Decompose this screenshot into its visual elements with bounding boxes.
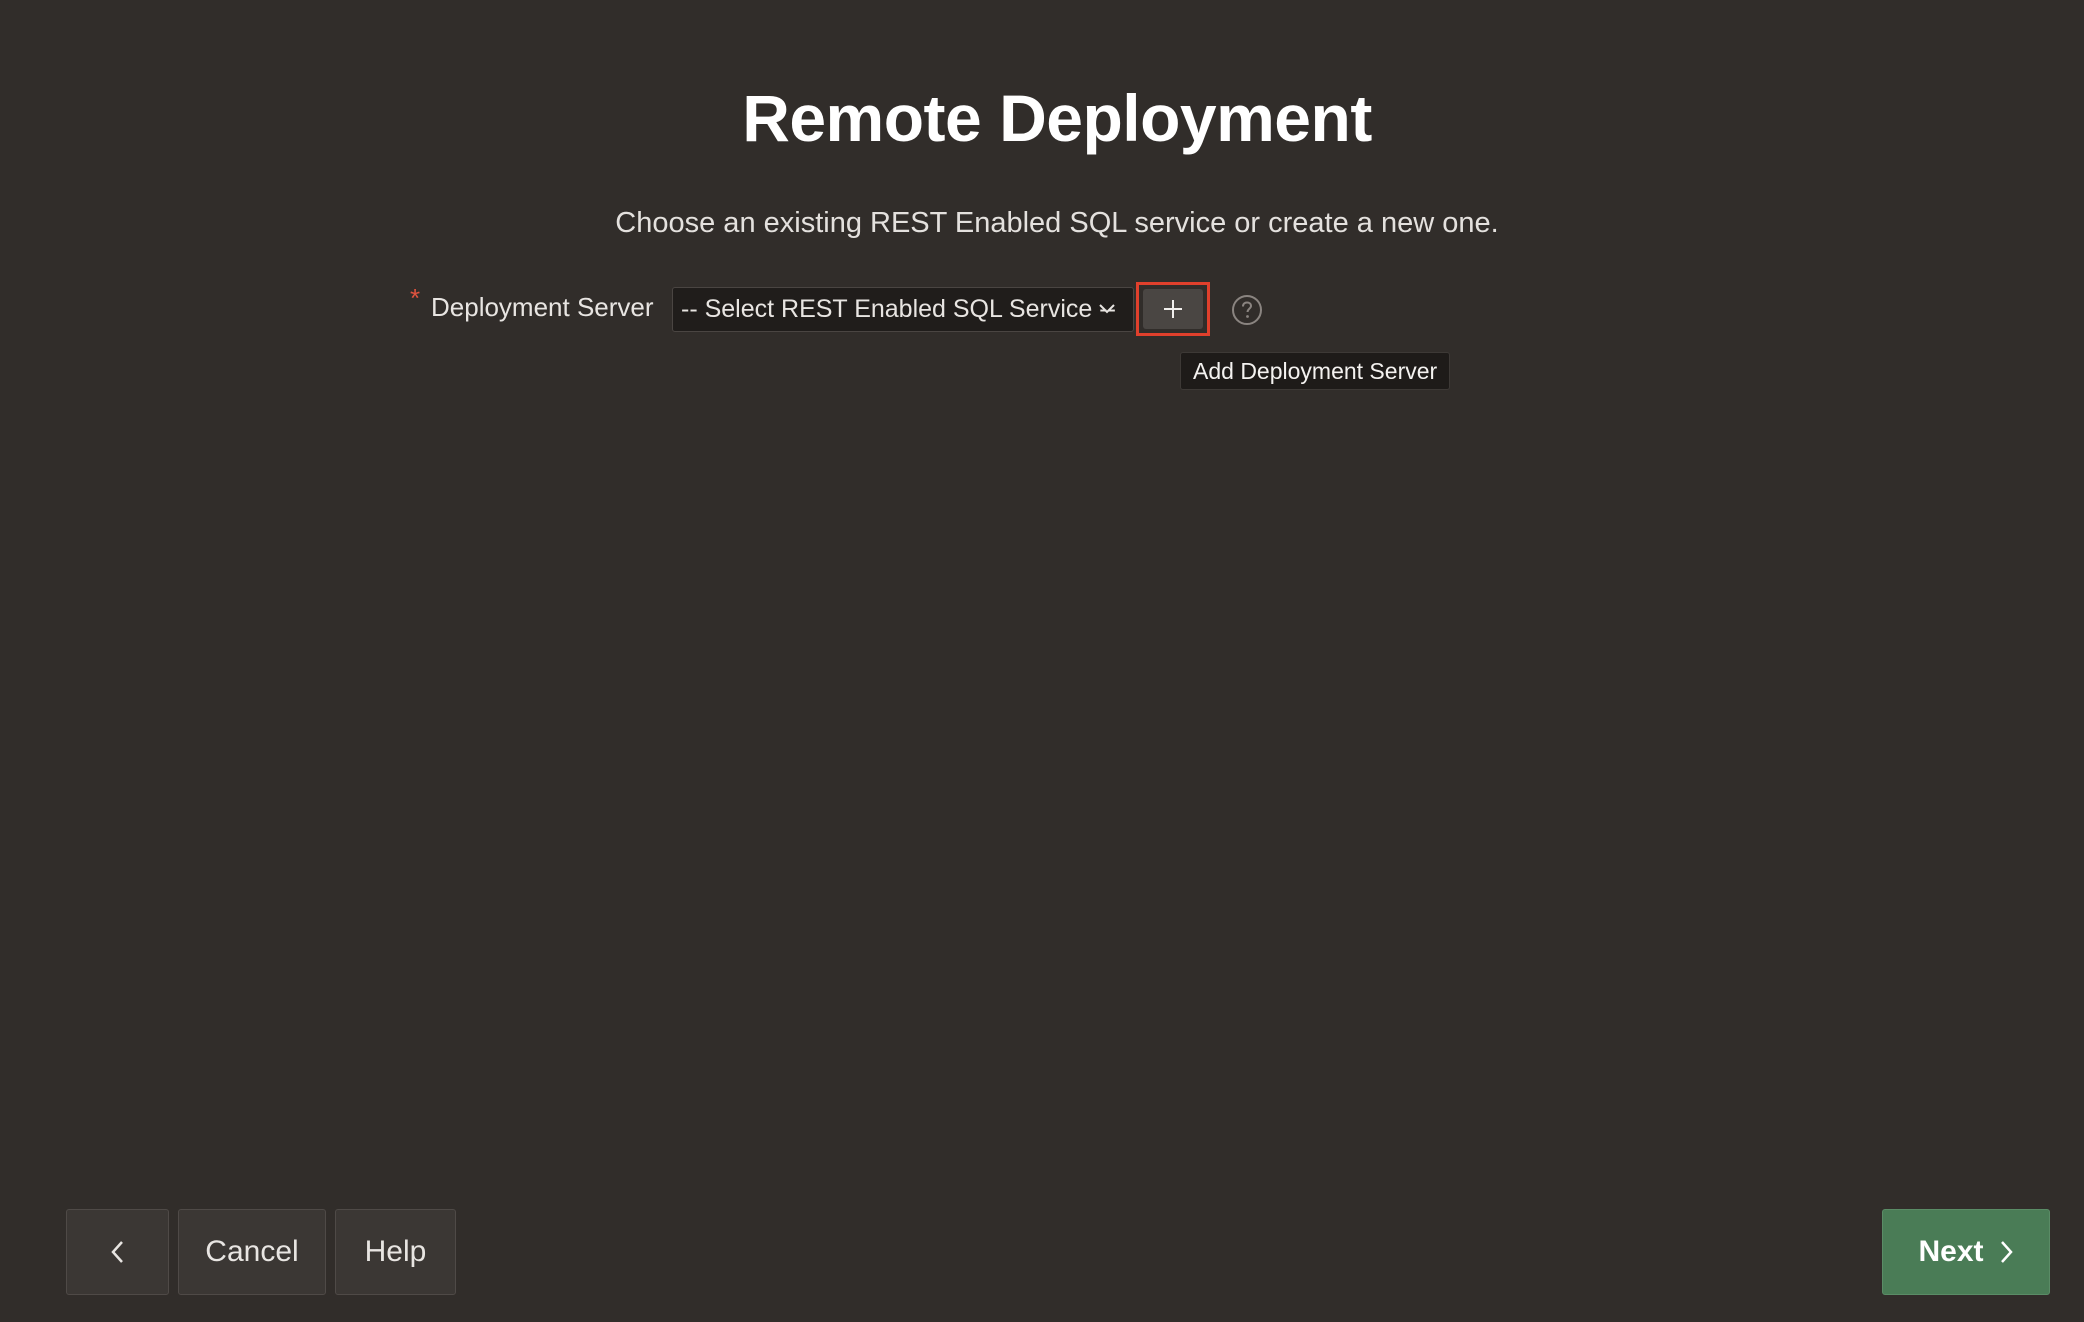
chevron-right-icon [2000, 1241, 2013, 1263]
wizard-page: Remote Deployment Choose an existing RES… [0, 0, 2084, 1322]
deployment-server-label: Deployment Server [431, 292, 654, 322]
page-title: Remote Deployment [742, 81, 1372, 155]
deployment-server-select[interactable]: -- Select REST Enabled SQL Service -- [672, 287, 1134, 332]
page-subtitle: Choose an existing REST Enabled SQL serv… [615, 207, 1499, 239]
cancel-button[interactable]: Cancel [178, 1209, 326, 1295]
required-marker: * [410, 283, 421, 313]
next-label: Next [1918, 1235, 1984, 1268]
help-button[interactable]: Help [335, 1209, 456, 1295]
chevron-down-icon [1099, 304, 1115, 314]
add-deployment-server-tooltip: Add Deployment Server [1180, 352, 1451, 390]
select-value: -- Select REST Enabled SQL Service -- [681, 295, 1116, 323]
add-deployment-server-button[interactable] [1136, 282, 1210, 336]
chevron-left-icon [110, 1241, 123, 1263]
plus-icon [1164, 300, 1182, 318]
question-circle-icon[interactable] [1231, 294, 1263, 326]
next-button[interactable]: Next [1882, 1209, 2050, 1295]
back-button[interactable] [66, 1209, 169, 1295]
